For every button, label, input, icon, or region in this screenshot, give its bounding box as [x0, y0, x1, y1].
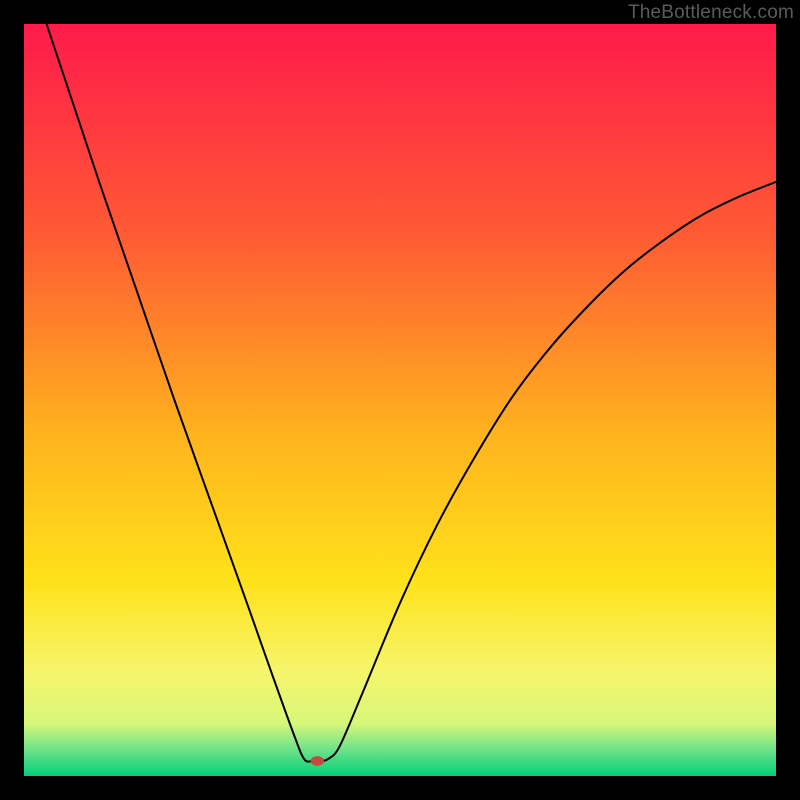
chart-svg	[24, 24, 776, 776]
optimum-marker	[311, 756, 325, 766]
heat-background	[24, 24, 776, 776]
plot-area	[24, 24, 776, 776]
attribution-label: TheBottleneck.com	[628, 2, 794, 24]
chart-frame: TheBottleneck.com	[0, 0, 800, 800]
